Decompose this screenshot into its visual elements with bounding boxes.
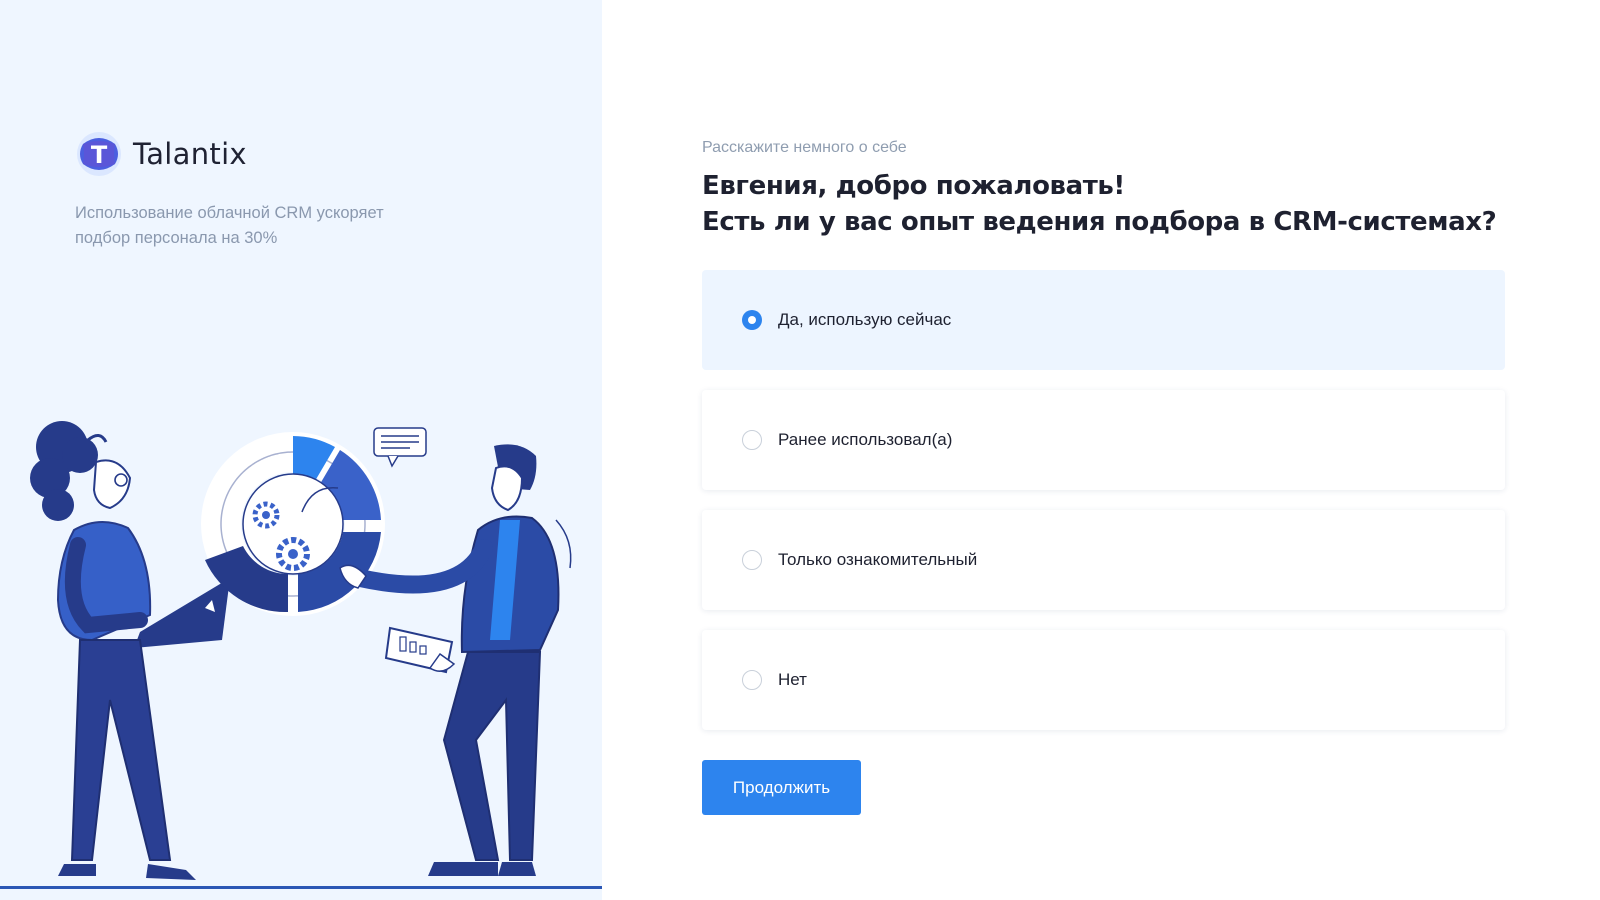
- option-label: Да, использую сейчас: [778, 310, 952, 329]
- tagline: Использование облачной CRM ускоряет подб…: [75, 204, 384, 247]
- brand-logo: T Talantix: [75, 130, 247, 178]
- radio-unchecked-icon[interactable]: [742, 430, 762, 450]
- option-label: Только ознакомительный: [778, 550, 978, 569]
- form-title-line-1: Евгения, добро пожаловать!: [702, 171, 1125, 201]
- experience-options: Да, использую сейчас Ранее использовал(а…: [702, 270, 1505, 750]
- logo-letter: T: [91, 141, 108, 169]
- option-label: Ранее использовал(а): [778, 430, 953, 449]
- brand-name: Talantix: [133, 137, 247, 171]
- team-crm-illustration: [30, 421, 572, 880]
- talantix-logo-icon: T: [75, 130, 123, 178]
- floor-line: [0, 886, 602, 889]
- radio-checked-icon[interactable]: [742, 310, 762, 330]
- radio-unchecked-icon[interactable]: [742, 550, 762, 570]
- option-used-before[interactable]: Ранее использовал(а): [702, 390, 1505, 490]
- promo-panel: T Talantix Использование облачной CRM ус…: [0, 0, 602, 900]
- option-no[interactable]: Нет: [702, 630, 1505, 730]
- radio-unchecked-icon[interactable]: [742, 670, 762, 690]
- form-subtitle: Расскажите немного о себе: [702, 139, 907, 156]
- survey-panel: Расскажите немного о себе Евгения, добро…: [602, 0, 1600, 900]
- option-using-now[interactable]: Да, использую сейчас: [702, 270, 1505, 370]
- option-only-trial[interactable]: Только ознакомительный: [702, 510, 1505, 610]
- form-title-line-2: Есть ли у вас опыт ведения подбора в CRM…: [702, 207, 1497, 237]
- woman-figure: [30, 421, 230, 880]
- form-title: Евгения, добро пожаловать! Есть ли у вас…: [702, 168, 1522, 240]
- continue-button[interactable]: Продолжить: [702, 760, 861, 815]
- option-label: Нет: [778, 670, 807, 689]
